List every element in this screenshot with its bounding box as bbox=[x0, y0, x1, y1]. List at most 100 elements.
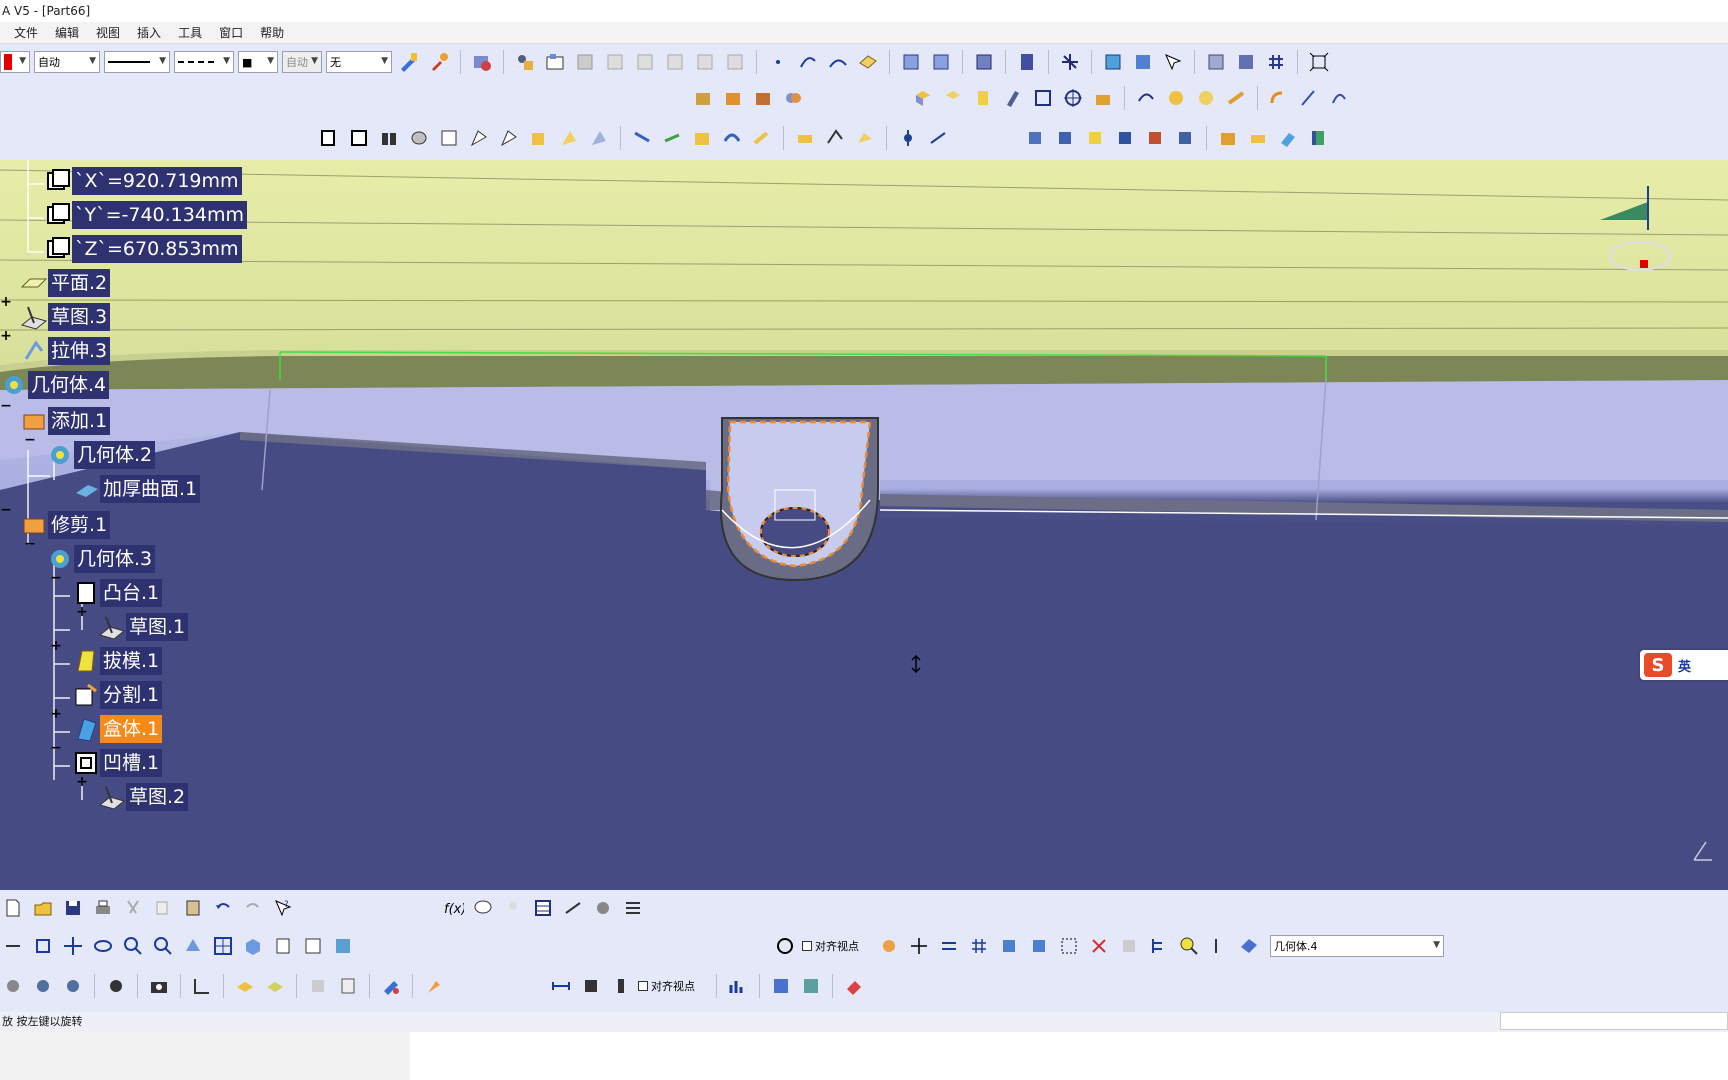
linestyle-combo[interactable]: ▼ bbox=[174, 51, 234, 73]
layers-icon[interactable] bbox=[232, 973, 258, 999]
design-table-icon[interactable] bbox=[530, 895, 556, 921]
pad-icon[interactable] bbox=[376, 125, 402, 151]
help-pointer-icon[interactable] bbox=[1160, 49, 1186, 75]
surface-face-icon[interactable] bbox=[1142, 125, 1168, 151]
law-icon[interactable] bbox=[560, 895, 586, 921]
target-icon[interactable] bbox=[1060, 85, 1086, 111]
bottle-icon[interactable] bbox=[608, 973, 634, 999]
eraser-icon[interactable] bbox=[1275, 125, 1301, 151]
snap-icon[interactable] bbox=[936, 933, 962, 959]
layers2-icon[interactable] bbox=[262, 973, 288, 999]
record-icon[interactable] bbox=[103, 973, 129, 999]
pattern-icon[interactable] bbox=[925, 125, 951, 151]
tree-param-x[interactable]: `X`=920.719mm bbox=[44, 166, 242, 196]
swap-space-icon[interactable] bbox=[330, 933, 356, 959]
blend-icon[interactable] bbox=[1090, 85, 1116, 111]
menu-tools[interactable]: 工具 bbox=[170, 23, 211, 43]
tree-pad3[interactable]: 拉伸.3 bbox=[20, 336, 111, 366]
formula-fx-icon[interactable]: f(x) bbox=[440, 895, 466, 921]
profile-icon[interactable] bbox=[1116, 933, 1142, 959]
menu-window[interactable]: 窗口 bbox=[211, 23, 252, 43]
paste-icon[interactable] bbox=[180, 895, 206, 921]
trim-icon[interactable] bbox=[1163, 85, 1189, 111]
tree-sketch1[interactable]: 草图.1 bbox=[98, 612, 189, 642]
tree-plane2[interactable]: 平面.2 bbox=[20, 268, 111, 298]
add-icon[interactable] bbox=[720, 85, 746, 111]
geom-set-icon[interactable] bbox=[1052, 125, 1078, 151]
select-box-icon[interactable] bbox=[1056, 933, 1082, 959]
grid-analysis-icon[interactable] bbox=[798, 973, 824, 999]
axis-icon[interactable] bbox=[906, 933, 932, 959]
split-icon[interactable] bbox=[1133, 85, 1159, 111]
undo-icon[interactable] bbox=[210, 895, 236, 921]
spline-icon[interactable] bbox=[825, 49, 851, 75]
catalog-icon[interactable] bbox=[469, 49, 495, 75]
expand-sketch3-icon[interactable]: + bbox=[0, 294, 12, 310]
expand-sketch2-icon[interactable]: + bbox=[76, 774, 88, 790]
collapse-body3-icon[interactable]: − bbox=[24, 536, 36, 552]
chamfer-icon[interactable] bbox=[659, 125, 685, 151]
tree-shell1[interactable]: 盒体.1 bbox=[72, 714, 163, 744]
light-icon[interactable] bbox=[500, 895, 526, 921]
compare-icon[interactable] bbox=[768, 973, 794, 999]
rib-icon[interactable] bbox=[466, 125, 492, 151]
design-table-icon[interactable] bbox=[602, 49, 628, 75]
expand-shell1-icon[interactable]: + bbox=[50, 706, 62, 722]
axis-system-icon[interactable] bbox=[1057, 49, 1083, 75]
hole-icon[interactable] bbox=[436, 125, 462, 151]
check-icon[interactable] bbox=[692, 49, 718, 75]
fit-all-in-icon[interactable] bbox=[30, 933, 56, 959]
formula-icon[interactable] bbox=[512, 49, 538, 75]
multi-section-icon[interactable] bbox=[1030, 85, 1056, 111]
paint-brush-icon[interactable] bbox=[396, 49, 422, 75]
none-combo[interactable]: 无 ▼ bbox=[326, 51, 392, 73]
shading-icon[interactable] bbox=[1233, 49, 1259, 75]
param-icon[interactable] bbox=[542, 49, 568, 75]
cube2-icon[interactable] bbox=[1026, 933, 1052, 959]
pan-icon[interactable] bbox=[60, 933, 86, 959]
gear-icon[interactable] bbox=[0, 973, 26, 999]
boundary-icon[interactable] bbox=[1193, 85, 1219, 111]
cross-icon[interactable] bbox=[1086, 933, 1112, 959]
fill-icon[interactable] bbox=[1000, 85, 1026, 111]
reaction-icon[interactable] bbox=[590, 895, 616, 921]
expand-pad3-icon[interactable]: + bbox=[0, 328, 12, 344]
expand-sketch1-icon[interactable]: + bbox=[76, 604, 88, 620]
table-icon[interactable] bbox=[572, 49, 598, 75]
annotation-icon[interactable] bbox=[1172, 125, 1198, 151]
align-checkbox-2[interactable]: 对齐视点 bbox=[638, 973, 708, 999]
tree-param-y[interactable]: `Y`=-740.134mm bbox=[44, 200, 247, 230]
compass-lock-icon[interactable] bbox=[305, 973, 331, 999]
tree-split1[interactable]: 分割.1 bbox=[72, 680, 163, 710]
fit-all-icon[interactable] bbox=[1306, 49, 1332, 75]
extract-icon[interactable] bbox=[1223, 85, 1249, 111]
layer-combo[interactable]: 自动 ▼ bbox=[34, 51, 100, 73]
cube-icon[interactable] bbox=[996, 933, 1022, 959]
linetype-combo[interactable]: ▼ bbox=[104, 51, 170, 73]
tree-sketch2[interactable]: 草图.2 bbox=[98, 782, 189, 812]
3d-viewport[interactable]: `X`=920.719mm `Y`=-740.134mm `Z`=670.853… bbox=[0, 160, 1728, 890]
work-object-select[interactable]: 几何体.4 ▼ bbox=[1270, 935, 1444, 957]
rule-icon[interactable] bbox=[722, 49, 748, 75]
apply-material-icon[interactable] bbox=[1014, 49, 1040, 75]
new-file-icon[interactable] bbox=[0, 895, 26, 921]
zoom-out-icon[interactable] bbox=[150, 933, 176, 959]
measure-between-icon[interactable] bbox=[898, 49, 924, 75]
fillet-icon[interactable] bbox=[1266, 85, 1292, 111]
menu-file[interactable]: 文件 bbox=[6, 23, 47, 43]
draft-icon[interactable] bbox=[689, 125, 715, 151]
collapse-trim1-icon[interactable]: − bbox=[0, 502, 12, 518]
body-icon[interactable] bbox=[1022, 125, 1048, 151]
measure-item-icon[interactable] bbox=[928, 49, 954, 75]
sweep-icon[interactable] bbox=[970, 85, 996, 111]
tree-draft1[interactable]: 拔模.1 bbox=[72, 646, 163, 676]
stiffener-icon[interactable] bbox=[526, 125, 552, 151]
thick-surface-icon[interactable] bbox=[852, 125, 878, 151]
rotate-view-icon[interactable] bbox=[90, 933, 116, 959]
sketch-tools-icon[interactable] bbox=[1100, 49, 1126, 75]
remove-lump-icon[interactable] bbox=[1245, 125, 1271, 151]
search-icon[interactable] bbox=[1176, 933, 1202, 959]
list-icon[interactable] bbox=[1206, 933, 1232, 959]
normal-view-icon[interactable] bbox=[180, 933, 206, 959]
slot-icon[interactable] bbox=[496, 125, 522, 151]
